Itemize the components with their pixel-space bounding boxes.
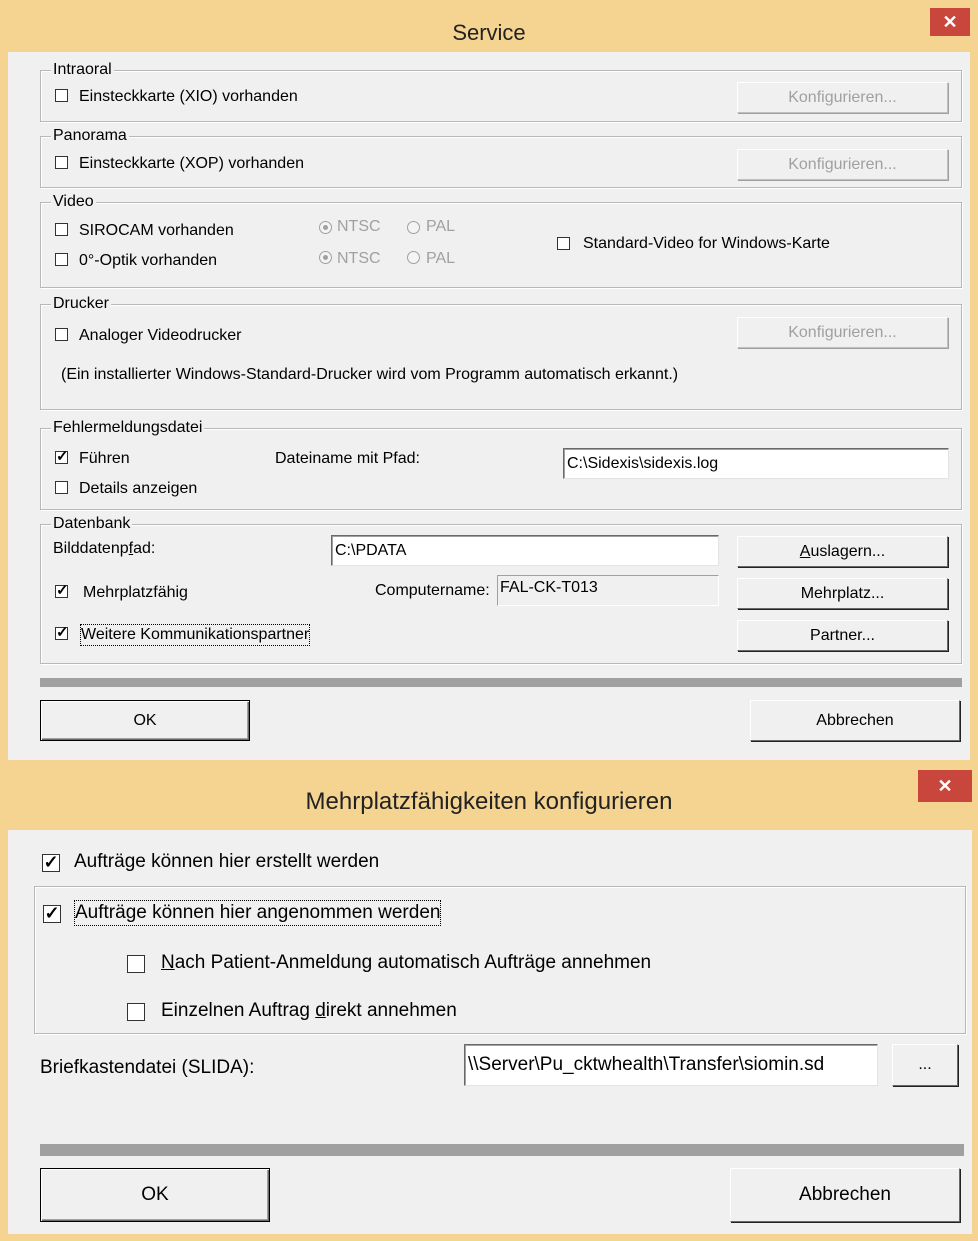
intraoral-card-checkbox[interactable] (55, 89, 68, 102)
mehrplatz-close-button[interactable]: ✕ (918, 770, 972, 802)
filename-label: Dateiname mit Pfad: (275, 450, 420, 467)
checkmark-icon: ✓ (44, 903, 60, 923)
service-titlebar[interactable]: Service ✕ (0, 0, 978, 60)
datenbank-group: Datenbank Bilddatenpfad: C:\PDATA Auslag… (40, 515, 962, 664)
sirocam-ntsc-radio[interactable] (319, 221, 332, 234)
sirocam-ntsc-label: NTSC (337, 218, 381, 235)
analog-printer-label: Analoger Videodrucker (79, 327, 242, 344)
service-client: Intraoral Einsteckkarte (XIO) vorhanden … (8, 52, 970, 760)
std-video-checkbox[interactable] (557, 237, 570, 250)
mehrplatz-separator (40, 1144, 964, 1156)
single-accept-checkbox[interactable] (127, 1003, 145, 1021)
details-label: Details anzeigen (79, 480, 198, 497)
fuehren-checkbox[interactable]: ✓ (55, 448, 69, 465)
drucker-legend: Drucker (51, 295, 112, 313)
computername-label: Computername: (375, 582, 490, 599)
mehrplatz-cancel-button[interactable]: Abbrechen (730, 1168, 960, 1222)
optik-pal-label: PAL (426, 250, 456, 267)
sirocam-pal-label: PAL (426, 218, 456, 235)
mehrplatz-title: Mehrplatzfähigkeiten konfigurieren (305, 788, 673, 815)
details-checkbox[interactable] (55, 481, 68, 494)
partner-button[interactable]: Partner... (737, 620, 948, 651)
mehrplatz-label: Mehrplatzfähig (83, 584, 188, 601)
mehrplatz-ok-button[interactable]: OK (40, 1168, 270, 1222)
optik-ntsc-label: NTSC (337, 250, 381, 267)
fehler-group: Fehlermeldungsdatei ✓ Führen Details anz… (40, 419, 962, 510)
single-accept-label: Einzelnen Auftrag direkt annehmen (161, 1000, 457, 1021)
sirocam-label: SIROCAM vorhanden (79, 222, 234, 239)
mailbox-input[interactable]: \\Server\Pu_cktwhealth\Transfer\siomin.s… (464, 1044, 878, 1086)
partner-checkbox[interactable]: ✓ (55, 624, 69, 641)
create-orders-label: Aufträge können hier erstellt werden (74, 851, 380, 872)
sirocam-pal-radio[interactable] (407, 221, 420, 234)
mailbox-label: Briefkastendatei (SLIDA): (40, 1057, 255, 1078)
video-legend: Video (51, 193, 96, 211)
bildpfad-label: Bilddatenpfad: (53, 540, 156, 557)
drucker-configure-button[interactable]: Konfigurieren... (737, 317, 948, 348)
accept-orders-checkbox[interactable]: ✓ (43, 903, 61, 923)
optik-checkbox[interactable] (55, 253, 68, 266)
auto-accept-checkbox[interactable] (127, 955, 145, 973)
panorama-card-checkbox[interactable] (55, 156, 68, 169)
fuehren-label: Führen (79, 450, 130, 467)
mehrplatz-client: ✓ Aufträge können hier erstellt werden ✓… (8, 830, 972, 1234)
accept-orders-group: ✓ Aufträge können hier angenommen werden… (34, 886, 966, 1034)
close-icon: ✕ (942, 12, 958, 32)
sirocam-checkbox[interactable] (55, 223, 68, 236)
video-group: Video SIROCAM vorhanden NTSC PAL 0°-Opti… (40, 193, 962, 288)
browse-button[interactable]: ... (892, 1044, 958, 1086)
computername-field: FAL-CK-T013 (497, 575, 719, 606)
service-title: Service (452, 20, 526, 45)
intraoral-legend: Intraoral (51, 61, 114, 79)
panorama-configure-button[interactable]: Konfigurieren... (737, 149, 948, 180)
mehrplatz-checkbox[interactable]: ✓ (55, 582, 69, 599)
service-cancel-button[interactable]: Abbrechen (750, 700, 960, 741)
mehrplatz-dialog: Mehrplatzfähigkeiten konfigurieren ✕ ✓ A… (0, 768, 978, 1241)
checkmark-icon: ✓ (56, 448, 69, 465)
create-orders-checkbox[interactable]: ✓ (42, 852, 60, 872)
service-close-button[interactable]: ✕ (930, 8, 970, 36)
optik-label: 0°-Optik vorhanden (79, 252, 218, 269)
partner-check-label: Weitere Kommunikationspartner (79, 624, 311, 646)
service-separator (40, 678, 962, 687)
analog-printer-checkbox[interactable] (55, 328, 68, 341)
panorama-legend: Panorama (51, 127, 129, 145)
checkmark-icon: ✓ (56, 624, 69, 641)
checkmark-icon: ✓ (56, 582, 69, 599)
fehler-legend: Fehlermeldungsdatei (51, 419, 205, 437)
mehrplatz-button[interactable]: Mehrplatz... (737, 578, 948, 609)
optik-pal-radio[interactable] (407, 251, 420, 264)
close-icon: ✕ (937, 776, 953, 796)
drucker-group: Drucker Analoger Videodrucker Konfigurie… (40, 295, 962, 410)
intraoral-card-label: Einsteckkarte (XIO) vorhanden (79, 88, 298, 105)
panorama-card-label: Einsteckkarte (XOP) vorhanden (79, 155, 304, 172)
auto-accept-label: Nach Patient-Anmeldung automatisch Auftr… (161, 952, 652, 973)
datenbank-legend: Datenbank (51, 515, 133, 533)
bildpfad-input[interactable]: C:\PDATA (331, 535, 719, 566)
printer-note: (Ein installierter Windows-Standard-Druc… (61, 366, 679, 383)
intraoral-configure-button[interactable]: Konfigurieren... (737, 82, 948, 113)
service-ok-button[interactable]: OK (40, 700, 250, 741)
std-video-label: Standard-Video for Windows-Karte (583, 235, 830, 252)
log-filename-input[interactable]: C:\Sidexis\sidexis.log (563, 448, 949, 479)
checkmark-icon: ✓ (43, 852, 59, 872)
intraoral-group: Intraoral Einsteckkarte (XIO) vorhanden … (40, 61, 962, 122)
panorama-group: Panorama Einsteckkarte (XOP) vorhanden K… (40, 127, 962, 188)
service-dialog: Service ✕ Intraoral Einsteckkarte (XIO) … (0, 0, 978, 768)
accept-orders-label: Aufträge können hier angenommen werden (73, 900, 442, 926)
optik-ntsc-radio[interactable] (319, 251, 332, 264)
auslagern-button[interactable]: Auslagern... (737, 536, 948, 567)
mehrplatz-titlebar[interactable]: Mehrplatzfähigkeiten konfigurieren ✕ (0, 768, 978, 818)
